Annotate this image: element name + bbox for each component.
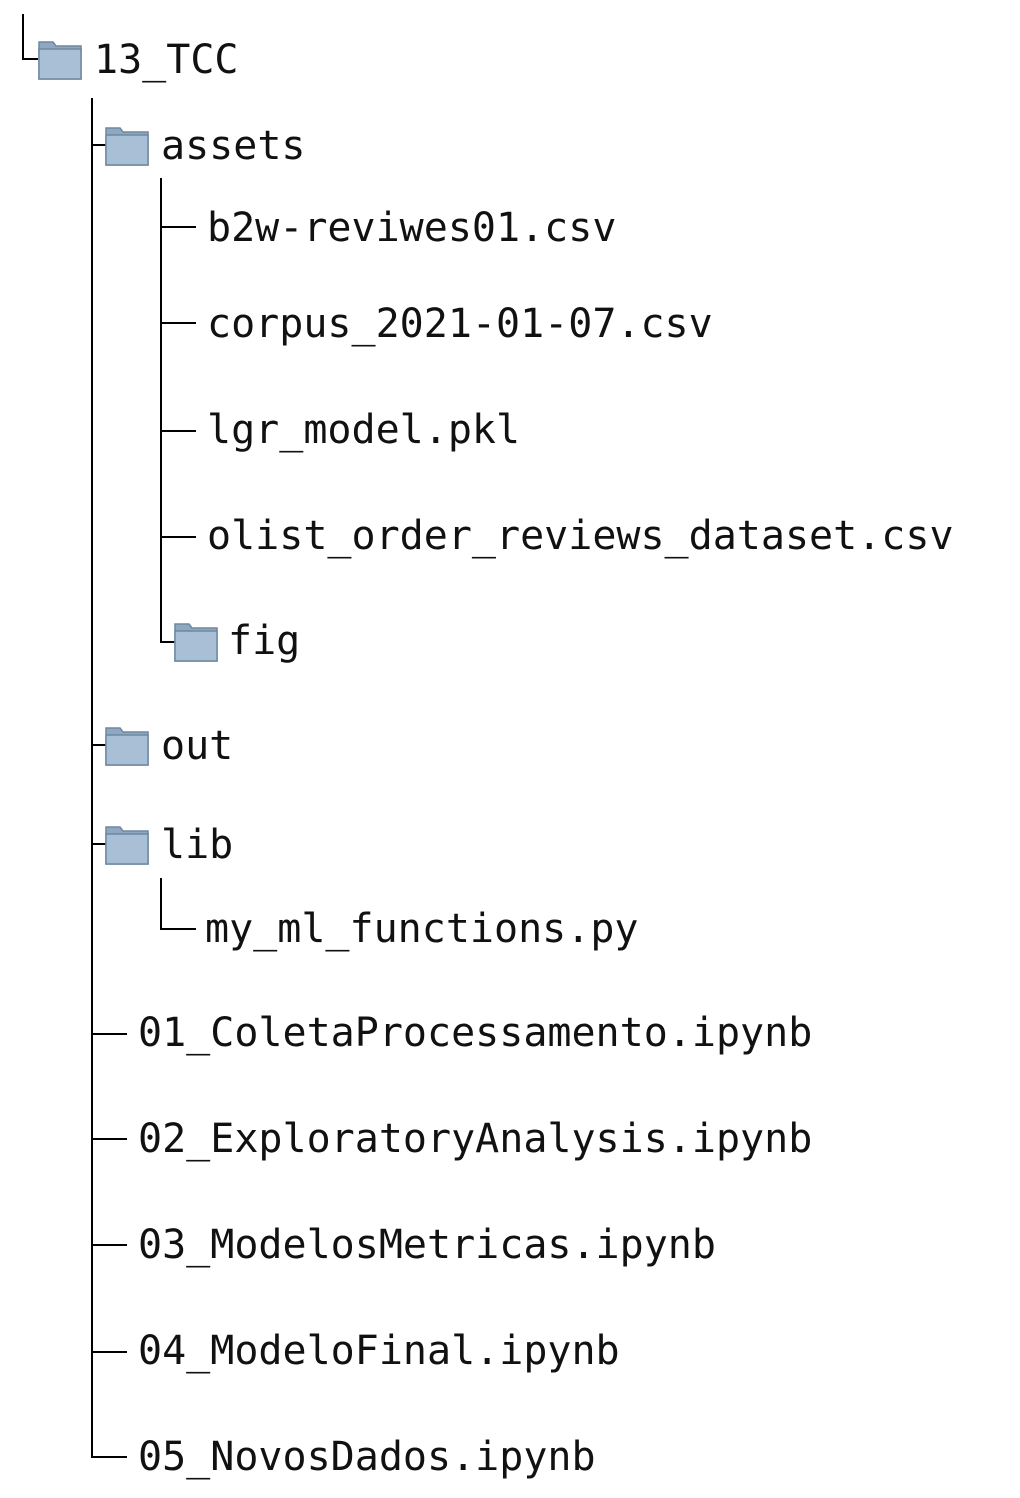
file-label-notebook-01[interactable]: 01_ColetaProcessamento.ipynb [138, 1013, 812, 1053]
folder-icon[interactable] [105, 823, 149, 865]
folder-icon[interactable] [105, 124, 149, 166]
connector-file-1 [160, 226, 196, 228]
folder-label-lib[interactable]: lib [161, 825, 233, 865]
connector-notebook-4 [91, 1351, 127, 1353]
folder-label-out[interactable]: out [161, 726, 233, 766]
file-label-notebook-02[interactable]: 02_ExploratoryAnalysis.ipynb [138, 1119, 812, 1159]
connector-trunk [91, 98, 93, 1458]
connector-notebook-2 [91, 1138, 127, 1140]
file-label-lgr-model[interactable]: lgr_model.pkl [207, 410, 520, 450]
connector-file-2 [160, 322, 196, 324]
file-label-notebook-03[interactable]: 03_ModelosMetricas.ipynb [138, 1225, 716, 1265]
connector-assets-vertical [160, 178, 162, 642]
folder-tree: 13_TCC assets b2w-reviwes01.csv corpus_2… [0, 0, 1020, 1498]
folder-icon[interactable] [174, 620, 218, 662]
file-label-notebook-05[interactable]: 05_NovosDados.ipynb [138, 1437, 596, 1477]
folder-label-assets[interactable]: assets [161, 126, 306, 166]
folder-label-root[interactable]: 13_TCC [94, 40, 239, 80]
file-label-my-ml-functions[interactable]: my_ml_functions.py [205, 909, 638, 949]
connector-notebook-5 [91, 1456, 127, 1458]
connector-root-vertical [22, 14, 24, 60]
folder-icon[interactable] [105, 724, 149, 766]
connector-notebook-1 [91, 1033, 127, 1035]
file-label-b2w[interactable]: b2w-reviwes01.csv [207, 208, 616, 248]
file-label-notebook-04[interactable]: 04_ModeloFinal.ipynb [138, 1331, 620, 1371]
folder-label-fig[interactable]: fig [228, 621, 300, 661]
connector-notebook-3 [91, 1244, 127, 1246]
connector-lib-file [160, 928, 196, 930]
connector-lib-vertical [160, 878, 162, 930]
connector-root-horizontal [22, 58, 38, 60]
folder-icon[interactable] [38, 38, 82, 80]
file-label-olist[interactable]: olist_order_reviews_dataset.csv [207, 516, 954, 556]
connector-file-3 [160, 430, 196, 432]
connector-file-4 [160, 536, 196, 538]
file-label-corpus[interactable]: corpus_2021-01-07.csv [207, 304, 713, 344]
